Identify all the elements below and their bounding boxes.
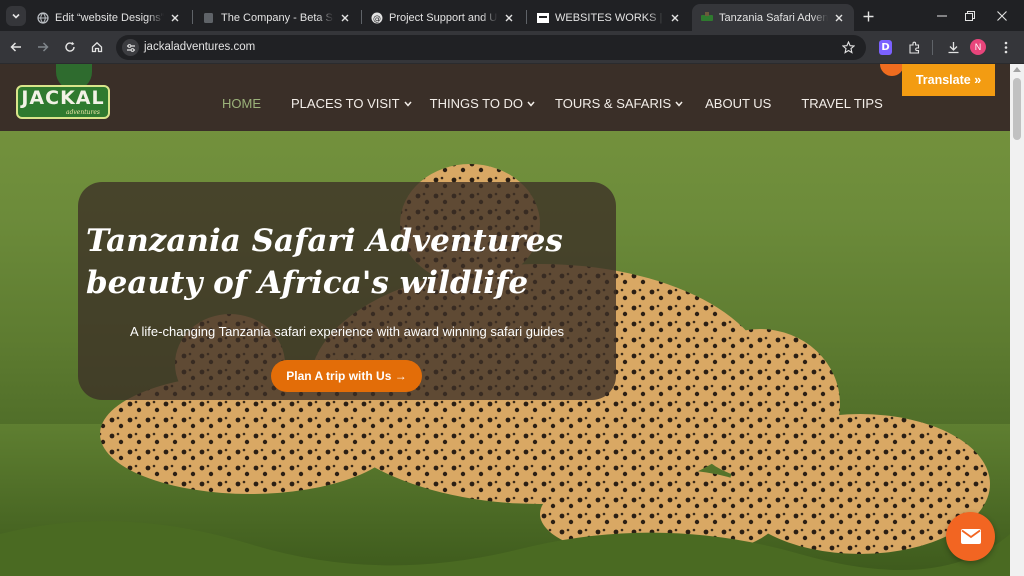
browser-tab-1[interactable]: Edit “website Designs” with E [28,4,190,31]
close-icon [997,11,1007,21]
nav-tours-safaris[interactable]: TOURS & SAFARIS [555,96,683,111]
chevron-down-icon [12,13,20,19]
chevron-down-icon [675,101,683,107]
downloads-button[interactable] [943,37,963,57]
globe-icon [36,11,49,24]
browser-tab-2[interactable]: The Company - Beta Smart S [194,4,360,31]
download-icon [948,41,958,53]
tab-title: WEBSITES WORKS | NORTH [555,11,664,24]
nav-label: THINGS TO DO [429,96,524,111]
browser-tab-4[interactable]: WEBSITES WORKS | NORTH [528,4,690,31]
address-bar[interactable]: jackaladventures.com [116,35,866,60]
site-logo-icon [536,11,549,24]
close-tab-icon[interactable] [832,11,846,25]
arrow-right-icon [38,42,49,52]
tab-title: Edit “website Designs” with E [55,11,164,24]
browser-tab-5-active[interactable]: Tanzania Safari Adventures w [692,4,854,31]
main-navigation: HOME PLACES TO VISIT THINGS TO DO TOURS … [222,96,883,111]
close-tab-icon[interactable] [168,11,182,25]
close-tab-icon[interactable] [502,11,516,25]
close-tab-icon[interactable] [338,11,352,25]
extensions-button[interactable] [904,37,924,57]
plus-icon [863,11,873,21]
browser-menu-button[interactable] [996,37,1016,57]
page-scrollbar[interactable] [1010,64,1024,576]
nav-label: TRAVEL TIPS [801,96,883,111]
tab-title: The Company - Beta Smart S [221,11,334,24]
browser-toolbar: jackaladventures.com [0,31,1024,64]
page-viewport: JACKAL adventures HOME PLACES TO VISIT T… [0,64,1010,576]
kebab-menu-icon [1004,41,1008,53]
minimize-icon [937,15,947,17]
puzzle-icon [908,41,919,54]
home-icon [91,41,103,53]
logo-subtitle: adventures [66,109,100,116]
reload-icon [65,41,75,52]
scrollbar-thumb[interactable] [1013,78,1021,140]
chevron-down-icon [404,101,412,107]
jackal-adventures-logo[interactable]: JACKAL adventures [14,64,114,126]
nav-label: TOURS & SAFARIS [555,96,672,111]
browser-tab-strip: Edit “website Designs” with E The Compan… [0,0,1024,31]
arrow-left-icon [10,42,21,52]
hero-content-card: Tanzania Safari Adventures beauty of Afr… [78,182,616,400]
scroll-up-arrow-icon[interactable] [1013,67,1021,72]
jackal-favicon-icon [700,11,713,24]
tab-title: Project Support and Update [389,11,498,24]
new-tab-button[interactable] [858,6,878,26]
tab-divider [526,10,527,24]
tab-search-button[interactable] [6,6,26,26]
contact-mail-button[interactable] [946,512,995,561]
reload-button[interactable] [60,37,80,57]
minimize-window-button[interactable] [930,6,954,26]
email-icon [960,529,981,544]
site-info-icon[interactable] [122,39,139,56]
tab-divider [192,10,193,24]
nav-home[interactable]: HOME [222,96,261,111]
site-header: JACKAL adventures HOME PLACES TO VISIT T… [0,64,1010,131]
extension-d-icon[interactable]: D [879,40,892,55]
close-window-button[interactable] [990,6,1014,26]
nav-label: HOME [222,96,261,111]
hero-subtitle: A life-changing Tanzania safari experien… [129,324,565,339]
hero-title: Tanzania Safari Adventures beauty of Afr… [86,220,616,304]
home-button[interactable] [87,37,107,57]
document-icon [202,11,215,24]
chevron-down-icon [527,101,535,107]
nav-places-to-visit[interactable]: PLACES TO VISIT [291,96,412,111]
restore-icon [965,11,975,21]
back-button[interactable] [6,37,26,57]
browser-tab-3[interactable]: @ Project Support and Update [362,4,524,31]
translate-button[interactable]: Translate » [902,64,995,96]
nav-things-to-do[interactable]: THINGS TO DO [430,96,535,111]
threads-icon: @ [370,11,383,24]
nav-about-us[interactable]: ABOUT US [705,96,771,111]
nav-label: ABOUT US [705,96,772,111]
hero-title-line-1: Tanzania Safari Adventures [86,223,563,259]
svg-text:@: @ [373,14,381,23]
profile-avatar[interactable]: N [970,39,986,55]
plan-trip-button[interactable]: Plan A trip with Us → [271,360,422,392]
close-tab-icon[interactable] [668,11,682,25]
forward-button[interactable] [33,37,53,57]
url-text: jackaladventures.com [144,41,256,53]
toolbar-divider [932,40,933,55]
bookmark-star-icon[interactable] [840,39,856,55]
restore-window-button[interactable] [958,6,982,26]
tab-title: Tanzania Safari Adventures w [719,11,828,24]
hero-title-line-2: beauty of Africa's wildlife [86,265,529,301]
nav-travel-tips[interactable]: TRAVEL TIPS [801,96,882,111]
nav-label: PLACES TO VISIT [291,96,400,111]
